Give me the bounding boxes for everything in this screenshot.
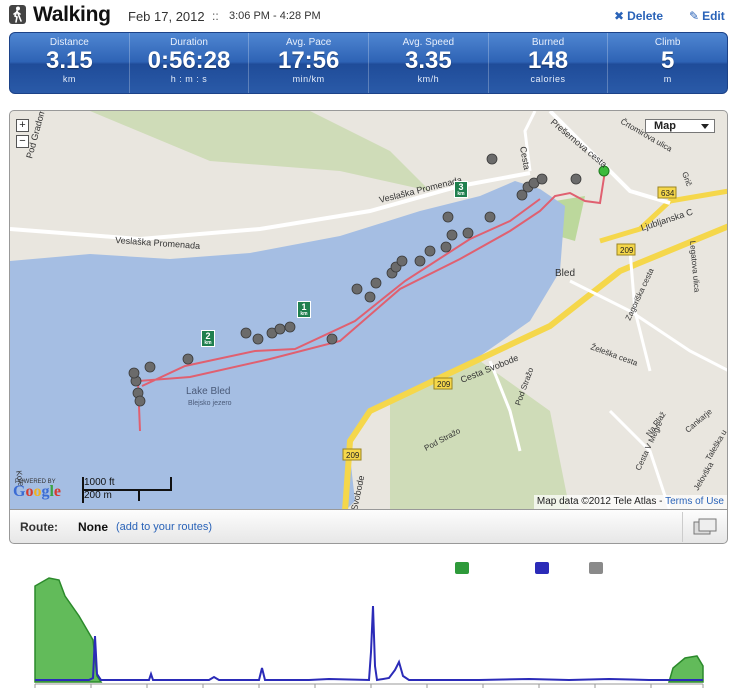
add-to-routes-link[interactable]: (add to your routes) [116, 521, 212, 533]
delete-x-icon: ✖ [614, 9, 625, 23]
route-bar: Route: None (add to your routes) [9, 510, 728, 544]
stat-unit: km/h [417, 74, 440, 84]
label-town-bled: Bled [555, 268, 575, 279]
terms-of-use-link[interactable]: Terms of Use [665, 496, 724, 507]
legend-elevation-swatch[interactable] [455, 562, 469, 574]
label-zagorska: Zagoriška cesta [624, 266, 656, 321]
label-cesta-left: Cesta [518, 146, 532, 171]
legend-speed-swatch[interactable] [535, 562, 549, 574]
edit-label: Edit [702, 9, 725, 23]
speed-line [35, 605, 703, 682]
attribution-text: Map data ©2012 Tele Atlas [536, 496, 657, 507]
stat-unit: min/km [292, 74, 325, 84]
activity-date: Feb 17, 2012 [128, 9, 205, 24]
activity-time-range: 3:06 PM - 4:28 PM [229, 10, 321, 22]
activity-graph[interactable] [9, 556, 728, 693]
zoom-out-button[interactable]: − [16, 135, 29, 148]
label-zeleska: Želeška cesta [589, 342, 639, 368]
route-map[interactable]: Pod Gradom Veslaška Promenada Veslaška P… [9, 110, 728, 510]
delete-label: Delete [627, 9, 664, 23]
label-ljubljanska: Ljubljanska C [640, 207, 695, 233]
stat-burned: Burned 148 calories [487, 33, 608, 93]
km-marker-2: 2 km [201, 330, 215, 347]
km-marker-unit: km [204, 340, 212, 346]
km-marker-unit: km [300, 311, 308, 317]
stat-value: 148 [528, 47, 569, 74]
divider [682, 512, 683, 542]
stat-unit: m [663, 74, 672, 84]
side-road [569, 279, 727, 372]
label-lake: Lake Bled [186, 386, 230, 397]
stat-avg-pace: Avg. Pace 17:56 min/km [248, 33, 368, 93]
delete-button[interactable]: ✖ Delete [614, 9, 663, 23]
stat-distance: Distance 3.15 km [10, 33, 129, 93]
walking-icon [9, 5, 26, 24]
graph-ticks [34, 684, 704, 688]
label-presernova: Prešernova cesta [549, 117, 609, 170]
map-attribution: Map data ©2012 Tele Atlas - Terms of Use [533, 495, 727, 509]
activity-page: Walking Feb 17, 2012 :: 3:06 PM - 4:28 P… [0, 0, 737, 693]
route-label: Route: [20, 520, 58, 534]
km-marker-1: 1 km [297, 301, 311, 318]
stat-climb: Climb 5 m [607, 33, 727, 93]
elevation-area [34, 577, 103, 683]
scale-tick [138, 489, 140, 501]
stats-bar: Distance 3.15 km Duration 0:56:28 h : m … [9, 32, 728, 94]
label-legatova: Legatova ulica [688, 240, 702, 293]
stat-value: 5 [661, 47, 675, 74]
stat-value: 3.15 [45, 47, 93, 74]
map-scale-bar: 1000 ft 200 m [82, 477, 174, 503]
map-forest-area [90, 111, 430, 191]
map-type-label: Map [654, 120, 676, 132]
scale-tick [170, 477, 172, 489]
zoom-in-button[interactable]: + [16, 119, 29, 132]
label-taleska: Taleška u [704, 428, 728, 462]
activity-header: Walking Feb 17, 2012 :: 3:06 PM - 4:28 P… [0, 0, 737, 30]
label-cankarj: Cankarje [684, 407, 715, 435]
stat-value: 0:56:28 [147, 47, 231, 74]
label-road-209c: 209 [346, 451, 360, 460]
google-logo[interactable]: Google [13, 483, 61, 501]
scale-m: 200 m [84, 490, 112, 501]
pencil-icon: ✎ [689, 9, 700, 23]
stat-unit: calories [530, 74, 566, 84]
map-type-select[interactable]: Map [645, 119, 715, 133]
stat-unit: h : m : s [170, 74, 208, 84]
km-marker-unit: km [457, 191, 465, 197]
label-jelovska: Jelovška [692, 460, 716, 492]
stat-unit: km [62, 74, 76, 84]
dropdown-arrow-icon [701, 124, 709, 129]
label-promenada-1: Veslaška Promenada [115, 235, 201, 251]
label-lake-local: Blejsko jezero [188, 400, 232, 407]
label-gric: Grič [680, 171, 693, 188]
fullscreen-toggle-icon[interactable] [693, 518, 717, 536]
graph-canvas [34, 577, 704, 688]
edit-button[interactable]: ✎ Edit [689, 9, 725, 23]
elevation-area [668, 655, 704, 683]
activity-type-title: Walking [33, 3, 111, 26]
label-road-634: 634 [661, 189, 675, 198]
stat-avg-speed: Avg. Speed 3.35 km/h [368, 33, 488, 93]
scale-ft: 1000 ft [84, 477, 115, 488]
route-name: None [78, 520, 108, 534]
label-road-209b: 209 [437, 380, 451, 389]
stat-value: 3.35 [404, 47, 452, 74]
label-road-209a: 209 [620, 246, 634, 255]
km-marker-3: 3 km [454, 181, 468, 198]
map-canvas: Pod Gradom Veslaška Promenada Veslaška P… [10, 111, 728, 509]
stat-duration: Duration 0:56:28 h : m : s [128, 33, 249, 93]
date-time-separator: :: [212, 9, 219, 23]
stat-value: 17:56 [277, 47, 340, 74]
legend-other-swatch[interactable] [589, 562, 603, 574]
